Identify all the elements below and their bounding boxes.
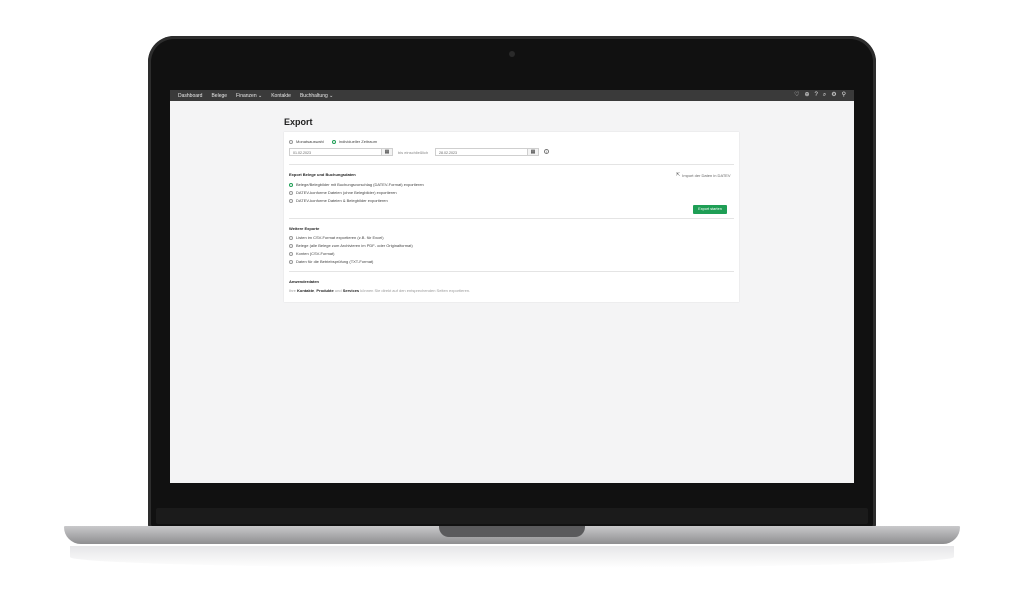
radio-export-3[interactable] <box>289 198 293 203</box>
other-export-option-3[interactable]: Konten (CSV-Format) <box>289 251 334 256</box>
period-mode-options: Monatsauswahl Individueller Zeitraum <box>289 139 377 144</box>
page-title: Export <box>284 117 313 127</box>
laptop-base <box>64 526 960 544</box>
user-data-suffix: können Sie direkt auf den entsprechenden… <box>360 288 471 293</box>
nav-dashboard[interactable]: Dashboard <box>178 93 202 99</box>
services-link[interactable]: Services <box>343 288 359 293</box>
divider <box>289 271 734 272</box>
search-icon[interactable]: ⌕ <box>823 90 826 101</box>
info-icon[interactable]: i <box>544 149 549 154</box>
date-range-separator: bis einschließlich <box>398 149 429 155</box>
export-option-1[interactable]: Belege/Belegbilder mit Buchungsvorschlag… <box>289 182 424 187</box>
export-option-2-label: DATEV-konforme Dateien (ohne Belegbilder… <box>296 190 397 195</box>
export-option-2[interactable]: DATEV-konforme Dateien (ohne Belegbilder… <box>289 190 397 195</box>
products-link[interactable]: Produkte <box>316 288 333 293</box>
nav-finanzen[interactable]: Finanzen ⌄ <box>236 93 262 99</box>
radio-month-label: Monatsauswahl <box>296 139 324 144</box>
user-icon[interactable]: ⚲ <box>842 90 846 101</box>
export-start-button[interactable]: Export starten <box>693 205 727 214</box>
other-export-option-2[interactable]: Belege (alle Belege zum Archivieren im P… <box>289 243 413 248</box>
user-data-prefix: Ihre <box>289 288 296 293</box>
calendar-icon[interactable]: ▦ <box>381 149 392 155</box>
camera-dot <box>509 51 515 57</box>
page-background: Export Monatsauswahl Individueller Zeitr… <box>170 101 854 483</box>
radio-other-1[interactable] <box>289 235 293 240</box>
nav-kontakte[interactable]: Kontakte <box>271 93 291 99</box>
radio-other-3[interactable] <box>289 251 293 256</box>
top-navigation-bar: Dashboard Belege Finanzen ⌄ Kontakte Buc… <box>170 90 854 101</box>
main-nav: Dashboard Belege Finanzen ⌄ Kontakte Buc… <box>178 90 342 101</box>
radio-custom-period[interactable] <box>331 139 336 144</box>
date-from-value: 01.02.2023 <box>293 151 311 155</box>
radio-custom-label: Individueller Zeitraum <box>338 139 378 144</box>
plus-icon[interactable]: ⊕ <box>804 90 809 101</box>
radio-month[interactable] <box>289 139 293 144</box>
help-icon[interactable]: ? <box>814 90 817 101</box>
radio-export-1[interactable] <box>289 182 293 187</box>
export-section-title: Export Belege und Buchungsdaten <box>289 172 356 177</box>
user-data-text: Ihre Kontakte, Produkte und Services kön… <box>289 288 470 293</box>
radio-other-4[interactable] <box>289 259 293 264</box>
other-export-option-3-label: Konten (CSV-Format) <box>296 251 335 256</box>
calendar-icon[interactable]: ▦ <box>527 149 538 155</box>
nav-icon-group: ♡ ⊕ ? ⌕ ⚙ ⚲ <box>789 90 846 101</box>
other-export-option-1[interactable]: Listen im CSV-Format exportieren (z.B. f… <box>289 235 384 240</box>
nav-buchhaltung[interactable]: Buchhaltung ⌄ <box>300 93 333 99</box>
export-option-3-label: DATEV-konforme Dateien & Belegbilder exp… <box>296 198 388 203</box>
date-from-field[interactable]: 01.02.2023 ▦ <box>289 148 393 156</box>
user-data-title: Anwenderdaten <box>289 279 320 284</box>
laptop-shadow <box>70 546 954 568</box>
heart-icon[interactable]: ♡ <box>794 90 799 101</box>
export-option-1-label: Belege/Belegbilder mit Buchungsvorschlag… <box>296 182 424 187</box>
import-datev-link[interactable]: ⇱ Import der Daten in DATEV <box>676 172 731 178</box>
export-option-3[interactable]: DATEV-konforme Dateien & Belegbilder exp… <box>289 198 388 203</box>
nav-belege[interactable]: Belege <box>211 93 227 99</box>
contacts-link[interactable]: Kontakte <box>297 288 314 293</box>
export-card: Monatsauswahl Individueller Zeitraum 01.… <box>284 132 739 302</box>
date-to-field[interactable]: 28.02.2023 ▦ <box>435 148 539 156</box>
screen-bottom-bezel <box>156 508 868 524</box>
other-exports-title: Weitere Exporte <box>289 226 320 231</box>
radio-export-2[interactable] <box>289 190 293 195</box>
import-datev-label: Import der Daten in DATEV <box>682 172 731 178</box>
other-export-option-1-label: Listen im CSV-Format exportieren (z.B. f… <box>296 235 384 240</box>
laptop-base-notch <box>439 526 585 537</box>
divider <box>289 164 734 165</box>
gear-icon[interactable]: ⚙ <box>831 90 836 101</box>
user-data-sep2: und <box>334 288 342 293</box>
other-export-option-2-label: Belege (alle Belege zum Archivieren im P… <box>296 243 413 248</box>
laptop-lid: Dashboard Belege Finanzen ⌄ Kontakte Buc… <box>148 36 876 530</box>
divider <box>289 218 734 219</box>
external-link-icon: ⇱ <box>676 172 681 178</box>
other-export-option-4-label: Daten für die Betriebsprüfung (TXT-Forma… <box>296 259 374 264</box>
laptop-screen: Dashboard Belege Finanzen ⌄ Kontakte Buc… <box>170 90 854 483</box>
date-to-value: 28.02.2023 <box>439 151 457 155</box>
radio-other-2[interactable] <box>289 243 293 248</box>
other-export-option-4[interactable]: Daten für die Betriebsprüfung (TXT-Forma… <box>289 259 373 264</box>
